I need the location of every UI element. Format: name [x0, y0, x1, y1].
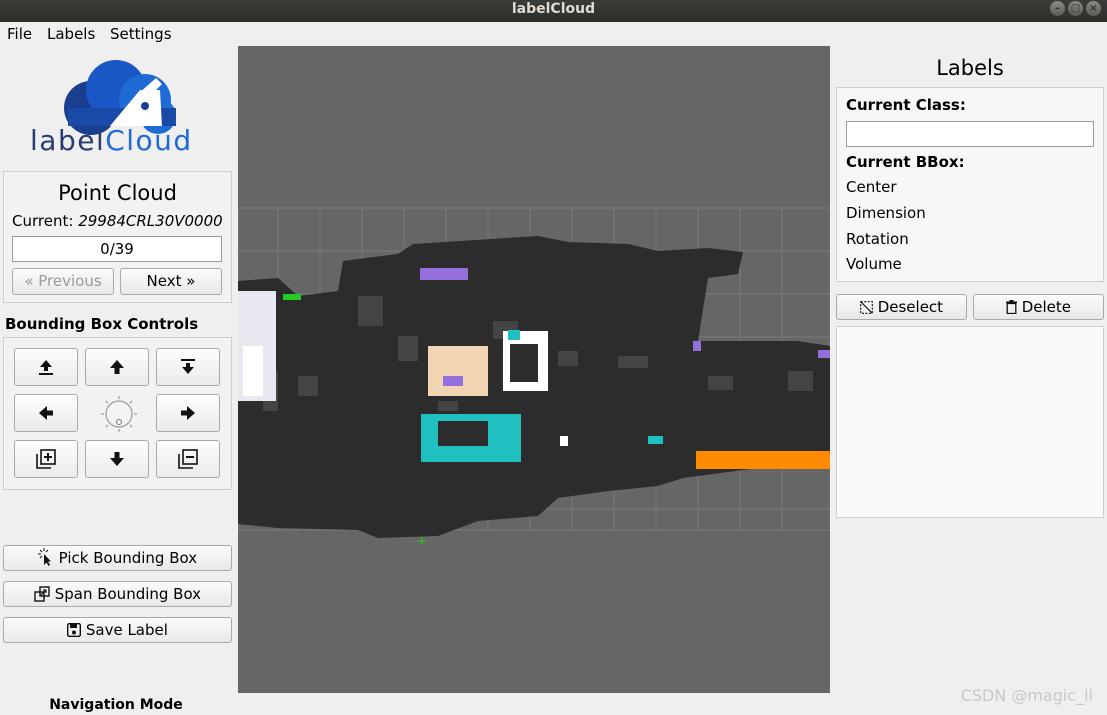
labels-info-panel: Current Class: Current BBox: Center Dime…: [836, 87, 1104, 282]
crosshair-icon: [418, 537, 426, 545]
span-bbox-button[interactable]: Span Bounding Box: [3, 581, 232, 607]
deselect-icon: [860, 297, 873, 321]
close-icon[interactable]: ×: [1086, 1, 1101, 16]
labels-list[interactable]: [836, 326, 1104, 518]
current-class-label: Current Class:: [846, 96, 966, 114]
mode-status: Navigation Mode: [49, 697, 183, 713]
move-down-z-button[interactable]: [156, 348, 220, 386]
arrow-up-bar-icon: [39, 360, 53, 375]
current-bbox-label: Current BBox:: [846, 153, 965, 171]
bbox-rotation-label: Rotation: [846, 230, 909, 248]
labels-title: Labels: [936, 56, 1004, 80]
point-cloud-heading: Point Cloud: [58, 181, 177, 205]
move-up-z-button[interactable]: [14, 348, 78, 386]
pick-bbox-label: Pick Bounding Box: [58, 549, 198, 567]
pick-bbox-button[interactable]: Pick Bounding Box: [3, 545, 232, 571]
delete-label: Delete: [1021, 298, 1072, 316]
menu-settings[interactable]: Settings: [110, 25, 172, 43]
delete-button[interactable]: Delete: [973, 294, 1104, 320]
rotation-dial[interactable]: [99, 394, 139, 434]
move-forward-button[interactable]: [85, 348, 149, 386]
arrow-down-bar-icon: [181, 359, 195, 374]
watermark-text: CSDN @magic_ll: [960, 686, 1093, 705]
bbox-center-label: Center: [846, 178, 897, 196]
arrow-left-icon: [39, 406, 53, 420]
maximize-icon[interactable]: □: [1068, 1, 1083, 16]
save-label-text: Save Label: [85, 621, 168, 639]
decrease-dimension-button[interactable]: [156, 440, 220, 478]
move-backward-button[interactable]: [85, 440, 149, 478]
menu-file[interactable]: File: [7, 25, 32, 43]
deselect-label: Deselect: [877, 298, 944, 316]
bbox-dimension-label: Dimension: [846, 204, 926, 222]
menu-labels[interactable]: Labels: [47, 25, 95, 43]
point-cloud-render: [238, 207, 830, 545]
move-left-button[interactable]: [14, 394, 78, 432]
bbox-volume-label: Volume: [846, 255, 902, 273]
arrow-up-icon: [110, 360, 124, 374]
current-label: Current:: [12, 212, 74, 230]
previous-button[interactable]: « Previous: [12, 268, 114, 295]
minimize-icon[interactable]: –: [1050, 1, 1065, 16]
logo-text: labelCloud: [30, 124, 193, 157]
add-box-icon: [36, 449, 56, 469]
span-bbox-label: Span Bounding Box: [54, 585, 202, 603]
save-label-button[interactable]: Save Label: [3, 617, 232, 643]
next-button[interactable]: Next »: [120, 268, 222, 295]
deselect-button[interactable]: Deselect: [836, 294, 967, 320]
span-box-icon: [34, 585, 50, 609]
current-file-name: 29984CRL30V0000: [78, 212, 223, 230]
menubar: File Labels Settings: [0, 22, 1107, 45]
arrow-down-icon: [110, 452, 124, 466]
current-class-input[interactable]: [846, 121, 1094, 147]
window-titlebar: labelCloud – □ ×: [0, 0, 1107, 22]
remove-box-icon: [178, 449, 198, 469]
window-title: labelCloud: [511, 1, 596, 17]
save-icon: [67, 620, 82, 644]
trash-icon: [1005, 297, 1017, 321]
point-cloud-viewport[interactable]: [238, 46, 830, 693]
bbox-controls-heading: Bounding Box Controls: [5, 315, 199, 333]
pick-cursor-icon: [37, 548, 54, 573]
bbox-controls-panel: [3, 337, 232, 490]
current-file-row: Current: 29984CRL30V0000: [12, 212, 226, 230]
rotation-dial-icon: [101, 396, 137, 432]
increase-dimension-button[interactable]: [14, 440, 78, 478]
point-cloud-panel: Point Cloud Current: 29984CRL30V0000 0/3…: [3, 171, 232, 303]
progress-indicator: 0/39: [12, 236, 222, 262]
arrow-right-icon: [181, 406, 195, 420]
move-right-button[interactable]: [156, 394, 220, 432]
